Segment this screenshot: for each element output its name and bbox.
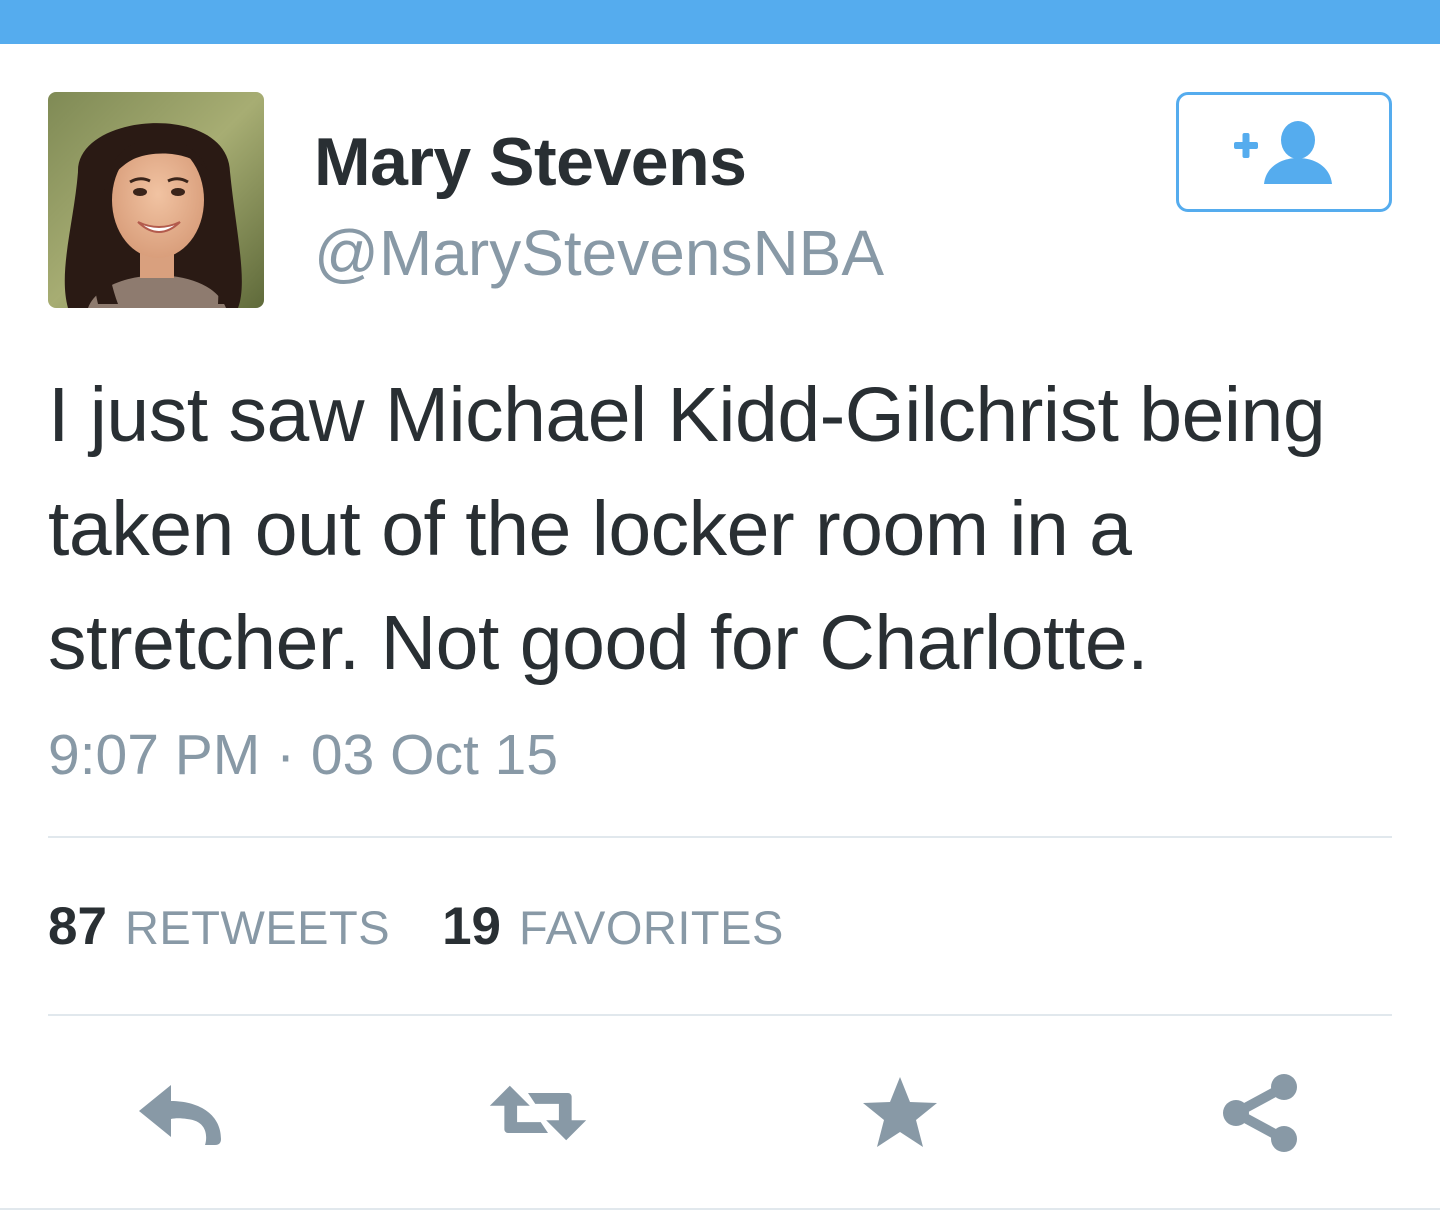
retweets-count: 87 — [48, 897, 107, 956]
retweet-icon — [489, 1085, 587, 1141]
retweet-button[interactable] — [488, 1068, 588, 1158]
favorites-count: 19 — [442, 897, 502, 956]
retweets-stat[interactable]: 87 RETWEETS — [48, 896, 390, 957]
favorite-button[interactable] — [850, 1068, 950, 1158]
tweet-timestamp[interactable]: 9:07 PM · 03 Oct 15 — [48, 722, 558, 788]
avatar[interactable] — [48, 92, 264, 308]
retweets-label: RETWEETS — [124, 901, 391, 954]
share-icon — [1223, 1074, 1297, 1152]
add-user-icon — [1234, 121, 1332, 184]
follow-button[interactable] — [1176, 92, 1392, 212]
favorites-label: FAVORITES — [519, 901, 784, 954]
reply-icon — [139, 1085, 221, 1145]
display-name[interactable]: Mary Stevens — [314, 122, 747, 202]
app-header-bar — [0, 0, 1440, 44]
reply-button[interactable] — [130, 1068, 230, 1158]
divider — [48, 836, 1392, 838]
star-icon — [863, 1077, 937, 1147]
share-button[interactable] — [1210, 1068, 1310, 1158]
divider — [48, 1014, 1392, 1016]
profile-photo — [48, 92, 264, 308]
tweet-text: I just saw Michael Kidd-Gilchrist being … — [48, 372, 1326, 686]
tweet-stats: 87 RETWEETS 19 FAVORITES — [48, 896, 836, 966]
favorites-stat[interactable]: 19 FAVORITES — [442, 896, 784, 957]
screen-name[interactable]: @MaryStevensNBA — [314, 215, 884, 291]
divider — [0, 1208, 1440, 1210]
